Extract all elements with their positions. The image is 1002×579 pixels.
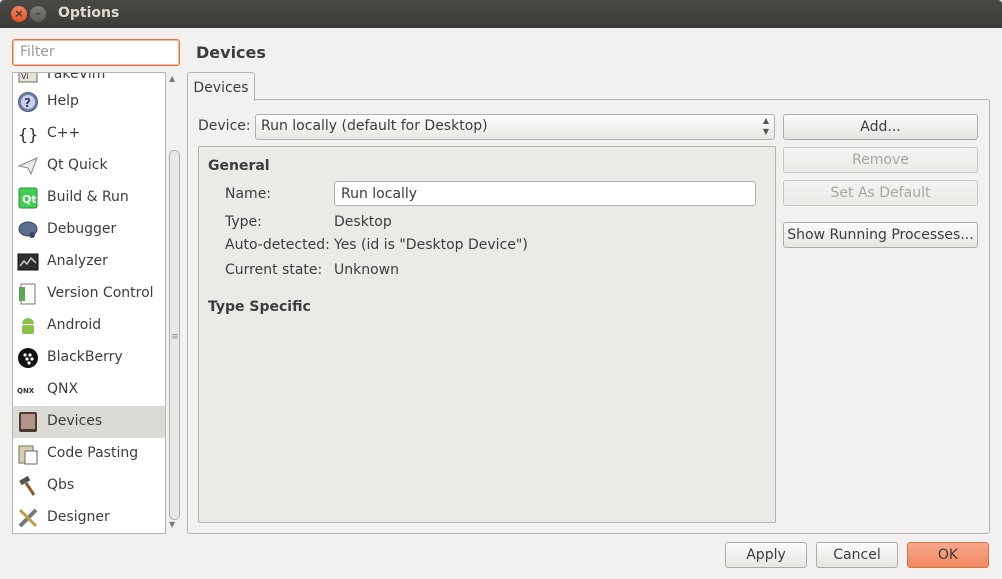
grip-icon: ≡ (171, 332, 179, 342)
code-pasting-icon (18, 445, 38, 465)
device-select-value: Run locally (default for Desktop) (261, 118, 488, 134)
title-bar: × – Options (0, 0, 1002, 28)
category-label: Devices (47, 413, 103, 429)
type-value: Desktop (334, 214, 392, 230)
filter-input[interactable] (18, 43, 172, 61)
autodetected-value: Yes (id is "Desktop Device") (334, 237, 528, 253)
category-item-build-run[interactable]: Qt Build & Run (13, 182, 165, 214)
category-item-qbs[interactable]: Qbs (13, 470, 165, 502)
category-label: Designer (47, 509, 110, 525)
page-title: Devices (196, 43, 266, 62)
type-specific-heading: Type Specific (208, 299, 311, 315)
updown-icon: ▲ ▼ (762, 116, 769, 136)
category-label: Version Control (47, 285, 154, 301)
name-field-box (334, 181, 756, 206)
category-label: FakeVim (47, 72, 106, 82)
svg-text:QNX: QNX (17, 387, 35, 395)
scroll-up-icon[interactable]: ▲ (169, 74, 175, 83)
tab-devices[interactable]: Devices (187, 72, 255, 101)
show-running-processes-button[interactable]: Show Running Processes... (783, 222, 978, 248)
device-label: Device: (198, 118, 251, 134)
category-label: Qt Quick (47, 157, 108, 173)
category-item-analyzer[interactable]: Analyzer (13, 246, 165, 278)
category-item-cpp[interactable]: {} C++ (13, 118, 165, 150)
ok-button[interactable]: OK (907, 542, 989, 568)
category-item-qnx[interactable]: QNX QNX (13, 374, 165, 406)
svg-text:?: ? (24, 96, 31, 110)
blackberry-icon (18, 348, 38, 368)
svg-text:Vi: Vi (21, 72, 29, 81)
version-control-icon (19, 283, 36, 305)
category-label: BlackBerry (47, 349, 123, 365)
scroll-down-icon[interactable]: ▼ (169, 520, 175, 529)
type-label: Type: (225, 214, 262, 230)
qbs-icon (19, 475, 36, 496)
category-item-help[interactable]: ? Help (13, 86, 165, 118)
category-item-devices[interactable]: Devices (13, 406, 165, 438)
apply-button[interactable]: Apply (725, 542, 807, 568)
cpp-icon: {} (18, 125, 38, 144)
android-icon (22, 318, 34, 334)
svg-text:Qt: Qt (22, 193, 37, 206)
window-title: Options (58, 5, 120, 21)
name-label: Name: (225, 186, 272, 202)
category-scrollbar[interactable]: ▲ ≡ ▼ (167, 72, 180, 532)
analyzer-icon (17, 253, 39, 271)
device-select[interactable]: Run locally (default for Desktop) ▲ ▼ (255, 114, 775, 140)
close-window-button[interactable]: × (11, 6, 27, 22)
category-item-qt-quick[interactable]: Qt Quick (13, 150, 165, 182)
svg-text:{}: {} (18, 125, 38, 144)
add-device-button[interactable]: Add... (783, 114, 978, 140)
remove-device-button[interactable]: Remove (783, 147, 978, 173)
category-label: Code Pasting (47, 445, 139, 461)
category-label: Build & Run (47, 189, 129, 205)
category-item-debugger[interactable]: Debugger (13, 214, 165, 246)
help-icon: ? (18, 92, 38, 112)
designer-icon (18, 508, 38, 528)
category-item-designer[interactable]: Designer (13, 502, 165, 533)
fakevim-icon: Vi (18, 72, 38, 83)
filter-box (12, 39, 180, 66)
category-label: C++ (47, 125, 81, 141)
category-item-version-control[interactable]: Version Control (13, 278, 165, 310)
category-label: Help (47, 93, 79, 109)
autodetected-label: Auto-detected: (225, 237, 330, 253)
category-label: Qbs (47, 477, 75, 493)
minimize-window-button[interactable]: – (30, 6, 46, 22)
category-label: Android (47, 317, 102, 333)
state-label: Current state: (225, 262, 323, 278)
category-label: Analyzer (47, 253, 108, 269)
debugger-icon (18, 221, 38, 238)
category-item-code-pasting[interactable]: Code Pasting (13, 438, 165, 470)
devices-icon (19, 412, 37, 432)
category-label: QNX (47, 381, 79, 397)
general-heading: General (208, 158, 270, 174)
name-input[interactable] (339, 185, 748, 203)
category-list: Vi FakeVim ? Help {} C++ Qt Quick Qt Bui… (12, 72, 166, 534)
qnx-icon: QNX (17, 387, 35, 395)
category-item-blackberry[interactable]: BlackBerry (13, 342, 165, 374)
category-item-android[interactable]: Android (13, 310, 165, 342)
set-as-default-button[interactable]: Set As Default (783, 180, 978, 206)
state-value: Unknown (334, 262, 399, 278)
cancel-button[interactable]: Cancel (816, 542, 898, 568)
build-run-icon: Qt (18, 187, 38, 209)
category-label: Debugger (47, 221, 117, 237)
qt-quick-icon (17, 157, 38, 176)
